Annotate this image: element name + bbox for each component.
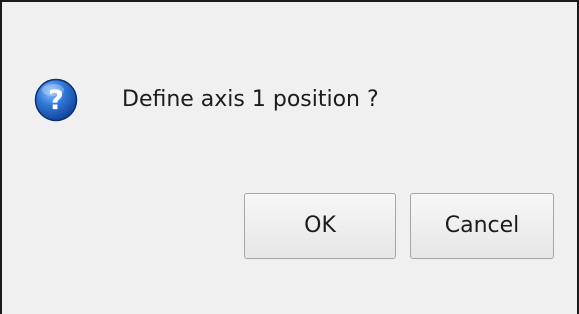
question-icon: ? <box>34 78 78 122</box>
svg-text:?: ? <box>48 85 64 116</box>
ok-button[interactable]: OK <box>244 193 396 259</box>
dialog-message: Define axis 1 position ? <box>122 87 379 112</box>
confirm-dialog: ? Define axis 1 position ? OK Cancel <box>0 0 579 314</box>
cancel-button[interactable]: Cancel <box>410 193 554 259</box>
